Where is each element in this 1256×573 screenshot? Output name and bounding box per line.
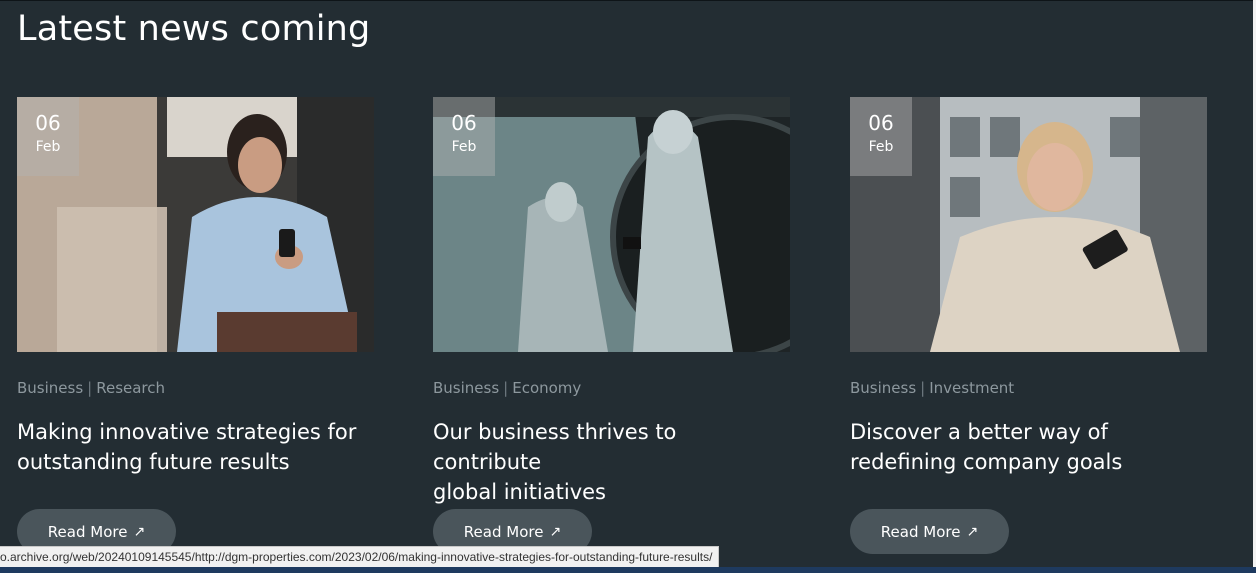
card-title-line: global initiatives	[433, 480, 606, 504]
browser-status-url: o.archive.org/web/20240109145545/http://…	[0, 546, 720, 569]
meta-separator: |	[920, 379, 926, 397]
tag-link[interactable]: Economy	[512, 379, 581, 397]
date-month: Feb	[35, 139, 61, 155]
card-title-line: Making innovative strategies for	[17, 420, 357, 444]
card-meta: Business | Economy	[433, 379, 790, 399]
read-more-button[interactable]: Read More ↗	[850, 509, 1009, 554]
section-heading: Latest news coming	[17, 9, 371, 49]
tag-link[interactable]: Investment	[929, 379, 1014, 397]
read-more-label: Read More	[463, 522, 544, 541]
read-more-label: Read More	[47, 522, 128, 541]
news-card: 06 Feb Business | Investment Discover a be…	[850, 97, 1207, 554]
read-more-label: Read More	[880, 522, 961, 541]
date-month: Feb	[868, 139, 894, 155]
arrow-up-right-icon: ↗	[133, 523, 146, 540]
card-title[interactable]: Making innovative strategies for outstan…	[17, 417, 374, 477]
arrow-up-right-icon: ↗	[966, 523, 979, 540]
date-month: Feb	[451, 139, 477, 155]
category-link[interactable]: Business	[17, 379, 83, 397]
arrow-up-right-icon: ↗	[549, 523, 562, 540]
news-card: 06 Feb Business | Economy Our business thr…	[433, 97, 790, 554]
card-title-line: outstanding future results	[17, 450, 290, 474]
card-title-line: Our business thrives to contribute	[433, 420, 677, 474]
news-image-woman-in-city[interactable]: 06 Feb	[850, 97, 1207, 352]
category-link[interactable]: Business	[433, 379, 499, 397]
meta-separator: |	[87, 379, 93, 397]
tag-link[interactable]: Research	[96, 379, 165, 397]
date-day: 06	[451, 111, 477, 135]
taskbar-edge	[0, 567, 1256, 573]
category-link[interactable]: Business	[850, 379, 916, 397]
meta-separator: |	[503, 379, 509, 397]
card-title-line: redefining company goals	[850, 450, 1123, 474]
date-day: 06	[868, 111, 894, 135]
date-badge: 06 Feb	[17, 97, 79, 176]
news-card: 06 Feb Business | Research Making innovati…	[17, 97, 374, 554]
card-title[interactable]: Discover a better way of redefining comp…	[850, 417, 1207, 477]
date-badge: 06 Feb	[433, 97, 495, 176]
news-image-woman-with-phone[interactable]: 06 Feb	[17, 97, 374, 352]
news-image-engineers-in-cleanroom[interactable]: 06 Feb	[433, 97, 790, 352]
date-badge: 06 Feb	[850, 97, 912, 176]
card-title-line: Discover a better way of	[850, 420, 1108, 444]
card-meta: Business | Research	[17, 379, 374, 399]
card-meta: Business | Investment	[850, 379, 1207, 399]
top-border	[0, 0, 1256, 1]
card-title[interactable]: Our business thrives to contribute globa…	[433, 417, 790, 504]
date-day: 06	[35, 111, 61, 135]
